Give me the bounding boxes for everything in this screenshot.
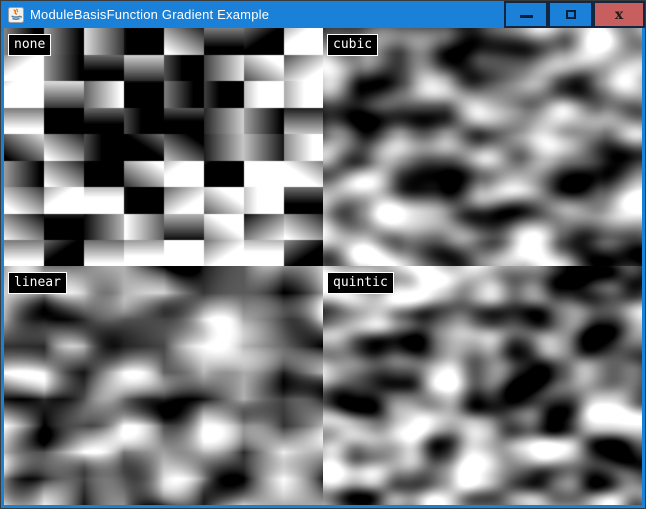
panel-cubic: cubic	[323, 28, 642, 266]
noise-canvas-none	[4, 28, 323, 266]
minimize-icon	[520, 15, 533, 18]
panel-linear: linear	[4, 266, 323, 505]
window-title: ModuleBasisFunction Gradient Example	[30, 7, 269, 22]
panel-quintic: quintic	[323, 266, 642, 505]
window-controls: x	[504, 1, 645, 28]
panel-none: none	[4, 28, 323, 266]
java-coffee-cup-icon	[8, 7, 24, 23]
panel-label-cubic: cubic	[327, 34, 378, 56]
panel-label-quintic: quintic	[327, 272, 394, 294]
window-frame: none cubic linear quintic	[1, 28, 645, 508]
minimize-button[interactable]	[504, 1, 548, 28]
app-window: ModuleBasisFunction Gradient Example x n…	[0, 0, 646, 509]
render-area: none cubic linear quintic	[4, 28, 642, 505]
noise-canvas-linear	[4, 266, 323, 505]
close-button[interactable]: x	[593, 1, 645, 28]
maximize-icon	[566, 10, 576, 19]
noise-canvas-cubic	[323, 28, 642, 266]
panel-label-none: none	[8, 34, 51, 56]
close-icon: x	[615, 8, 623, 22]
maximize-button[interactable]	[548, 1, 593, 28]
panel-label-linear: linear	[8, 272, 67, 294]
titlebar[interactable]: ModuleBasisFunction Gradient Example x	[1, 1, 645, 28]
noise-canvas-quintic	[323, 266, 642, 505]
